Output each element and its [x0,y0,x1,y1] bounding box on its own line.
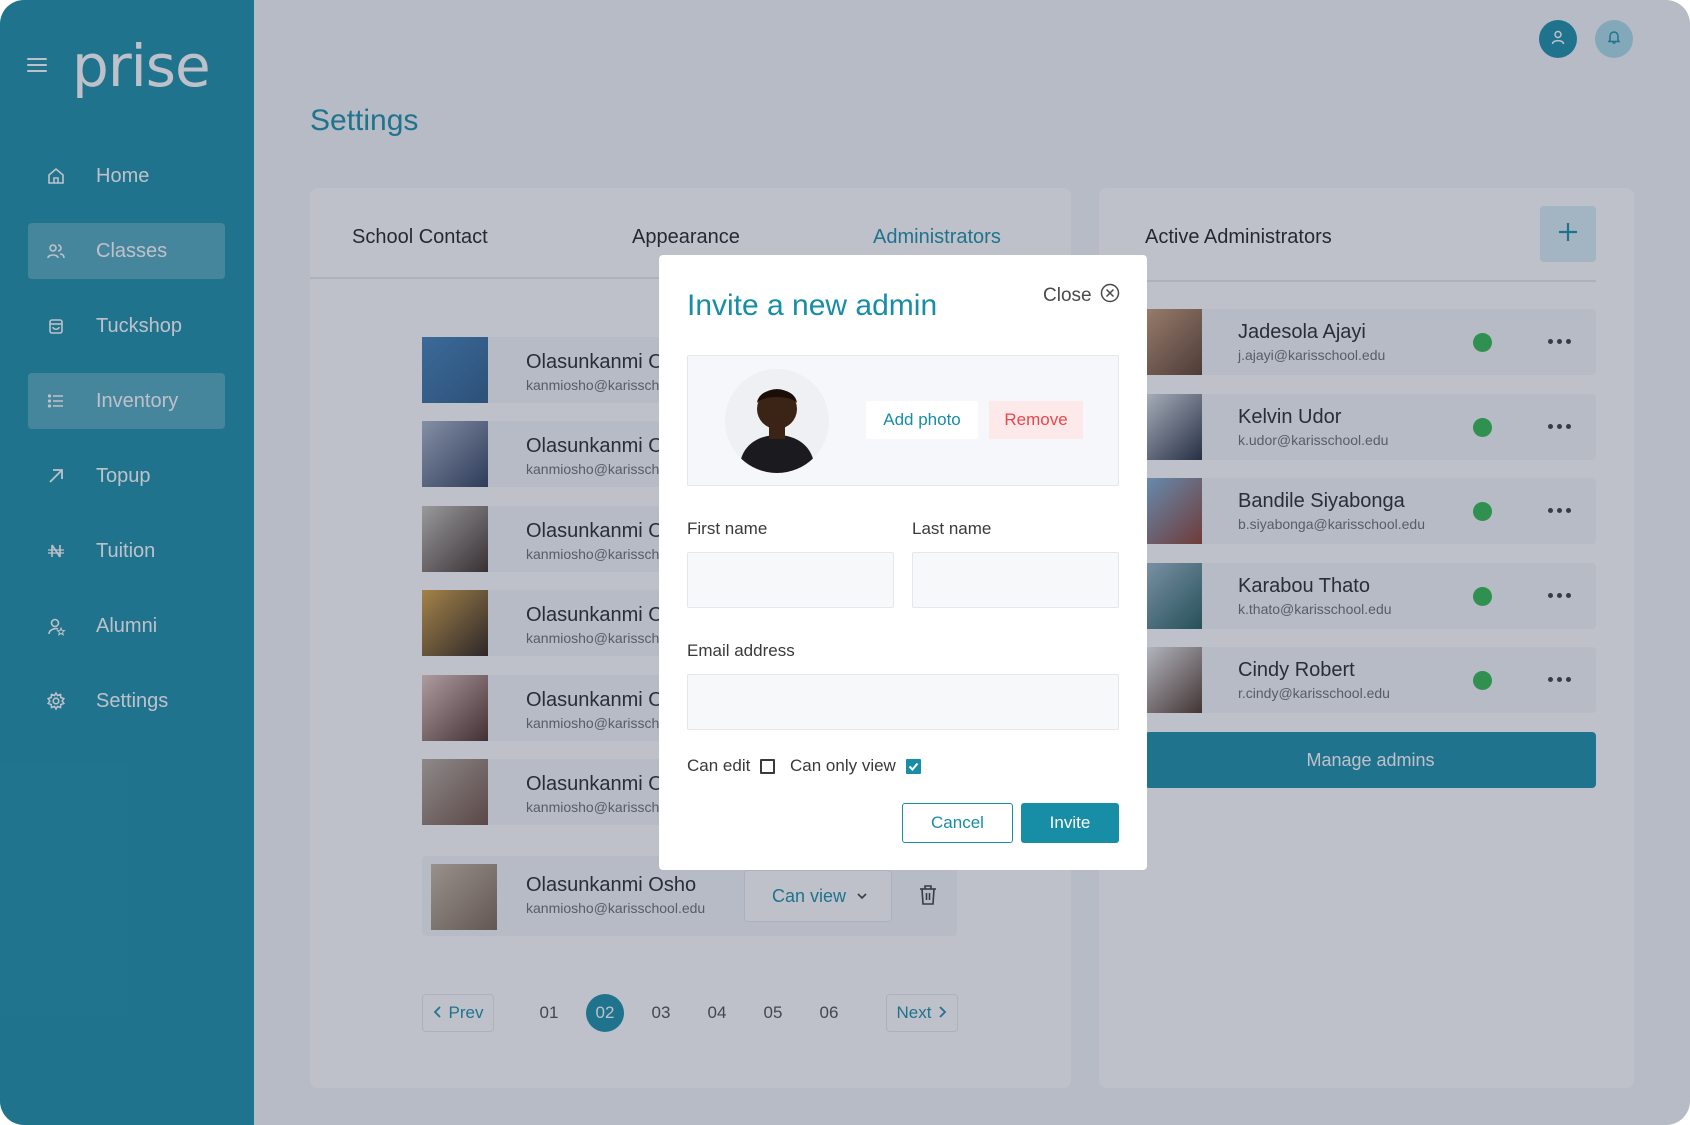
add-photo-button[interactable]: Add photo [866,401,978,439]
last-name-label: Last name [912,519,992,538]
can-only-view-label: Can only view [790,756,896,775]
last-name-field[interactable] [912,552,1119,608]
can-edit-label: Can edit [687,756,751,775]
close-button[interactable]: Close [1043,283,1120,309]
cancel-button[interactable]: Cancel [902,803,1013,843]
email-field[interactable] [687,674,1119,730]
invite-button[interactable]: Invite [1021,803,1119,843]
can-edit-checkbox[interactable] [760,758,776,774]
email-label: Email address [687,641,795,660]
modal-title: Invite a new admin [687,289,938,322]
first-name-label: First name [687,519,768,538]
can-only-view-checkbox[interactable] [905,758,921,774]
close-label: Close [1043,285,1092,306]
close-icon [1100,283,1120,309]
can-edit-option[interactable]: Can edit [687,756,776,776]
can-only-view-option[interactable]: Can only view [790,756,921,776]
first-name-field[interactable] [687,552,894,608]
invite-admin-modal: Invite a new admin Close Add photo Remov… [659,255,1147,870]
photo-panel: Add photo Remove [687,355,1119,486]
remove-photo-button[interactable]: Remove [989,401,1083,439]
check-icon [908,762,919,771]
app-window: prise Home Classes Tuckshop Inventory To… [0,0,1690,1125]
avatar [725,369,829,473]
